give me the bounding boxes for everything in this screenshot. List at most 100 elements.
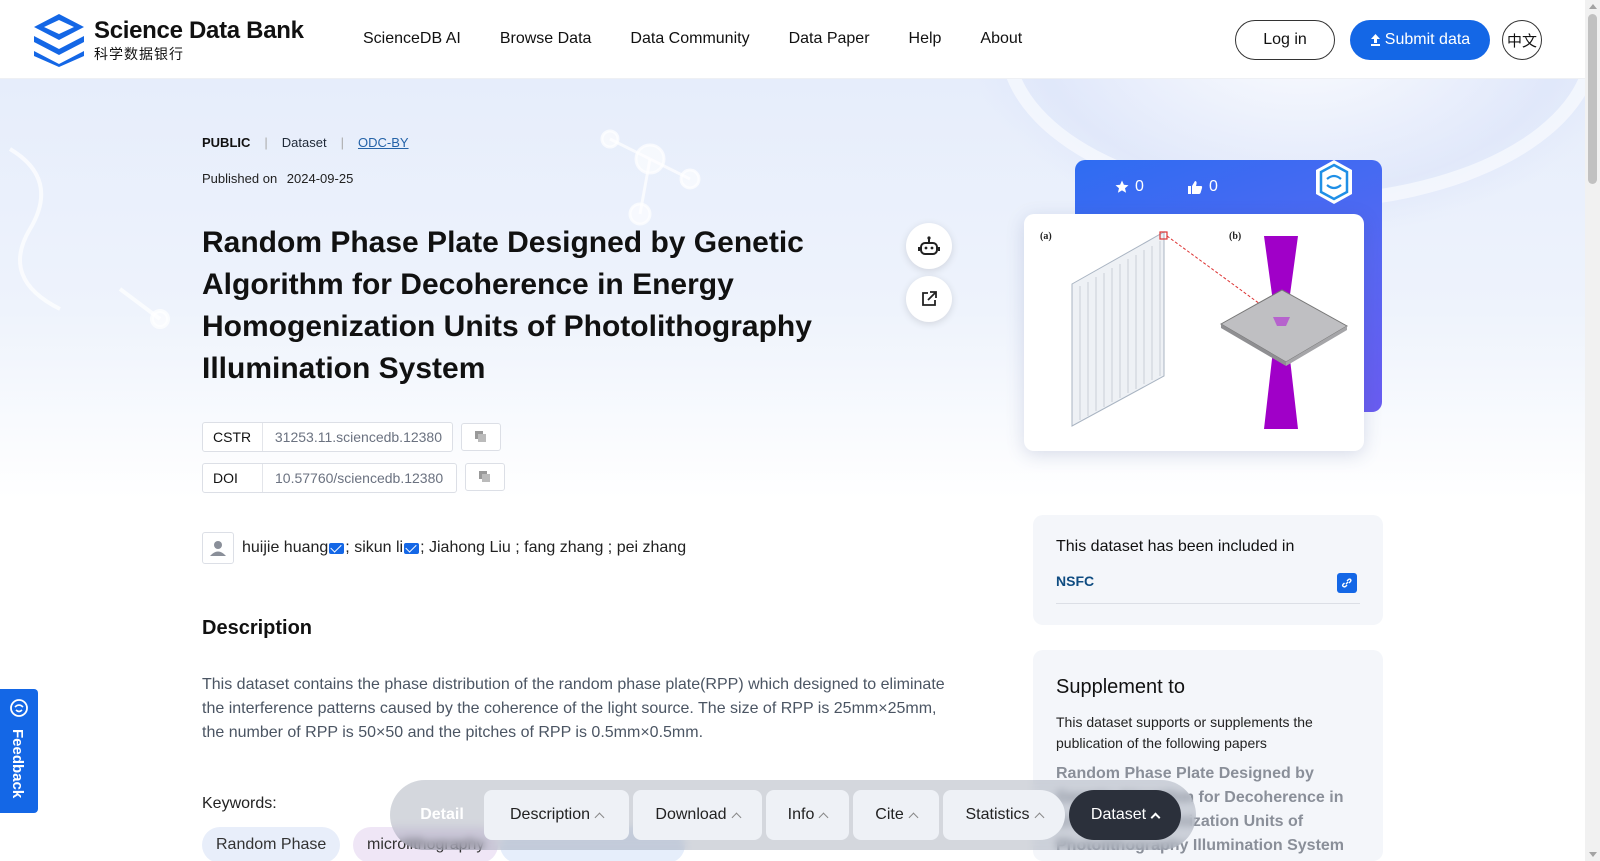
chevron-up-icon xyxy=(731,812,742,822)
dna-decoration-icon xyxy=(8,147,170,329)
meta-separator: | xyxy=(264,135,268,150)
star-count[interactable]: 0 xyxy=(1115,178,1144,196)
section-tab-label: Dataset xyxy=(1090,806,1147,823)
author-separator: ; xyxy=(345,539,355,556)
resource-type: Dataset xyxy=(281,135,327,150)
page-scrollbar[interactable] xyxy=(1585,0,1600,861)
copy-doi-button[interactable] xyxy=(465,463,505,491)
author-list: huijie huang; sikun li; Jiahong Liu ; fa… xyxy=(202,532,686,564)
cstr-value[interactable]: 31253.11.sciencedb.12380 xyxy=(263,429,452,445)
dataset-title: Random Phase Plate Designed by Genetic A… xyxy=(202,226,812,385)
section-tab-info[interactable]: Info xyxy=(766,790,849,840)
detail-label: Detail xyxy=(420,806,464,823)
share-button[interactable] xyxy=(906,276,952,322)
scroll-thumb[interactable] xyxy=(1588,14,1597,184)
section-tab-description[interactable]: Description xyxy=(484,790,629,840)
section-tab-statistics[interactable]: Statistics xyxy=(943,790,1065,840)
supplement-heading: Supplement to xyxy=(1056,676,1185,698)
logo-icon xyxy=(34,14,84,67)
author-name[interactable]: pei zhang xyxy=(617,539,686,557)
copy-icon xyxy=(479,471,490,482)
avatar xyxy=(202,532,234,564)
section-tab-download[interactable]: Download xyxy=(633,790,762,840)
dataset-preview-image[interactable]: (a) (b) xyxy=(1024,214,1364,451)
thumbs-up-icon xyxy=(1188,180,1203,194)
chevron-up-icon xyxy=(1150,812,1161,822)
section-nav-bar: Detail Description Download Info Cite St… xyxy=(390,780,1196,850)
published-date: Published on 2024-09-25 xyxy=(202,171,353,186)
doi-value[interactable]: 10.57760/sciencedb.12380 xyxy=(263,470,453,486)
nav-browse-data[interactable]: Browse Data xyxy=(500,30,592,48)
site-logo[interactable]: Science Data Bank 科学数据银行 xyxy=(30,12,304,68)
collection-link[interactable]: NSFC xyxy=(1056,573,1094,589)
section-tab-label: Statistics xyxy=(965,806,1030,823)
like-count-value: 0 xyxy=(1209,178,1218,195)
copy-cstr-button[interactable] xyxy=(461,423,501,451)
preview-figure: (a) (b) xyxy=(1040,231,1349,429)
certified-badge-icon xyxy=(1316,160,1352,204)
link-icon[interactable] xyxy=(1337,573,1357,593)
molecule-decoration-icon xyxy=(600,129,701,226)
section-tab-dataset[interactable]: Dataset xyxy=(1069,790,1181,840)
like-count[interactable]: 0 xyxy=(1188,178,1218,196)
dataset-meta: PUBLIC | Dataset | ODC-BY xyxy=(202,135,409,150)
figure-label-b: (b) xyxy=(1229,231,1241,242)
mail-icon[interactable] xyxy=(404,542,420,554)
feedback-icon xyxy=(10,699,28,717)
published-label: Published on xyxy=(202,171,278,186)
published-value: 2024-09-25 xyxy=(286,171,354,186)
keyword-tag[interactable]: Random Phase xyxy=(202,827,341,861)
description-heading: Description xyxy=(202,617,313,639)
cstr-box: CSTR 31253.11.sciencedb.12380 xyxy=(202,422,453,452)
ai-assistant-button[interactable] xyxy=(906,223,952,269)
nav-about[interactable]: About xyxy=(980,30,1022,48)
section-tab-cite[interactable]: Cite xyxy=(853,790,939,840)
section-tab-label: Description xyxy=(509,806,591,823)
license-link[interactable]: ODC-BY xyxy=(358,135,409,150)
submit-data-button[interactable]: Submit data xyxy=(1350,20,1490,60)
scroll-up-arrow[interactable] xyxy=(1589,4,1597,9)
nav-data-paper[interactable]: Data Paper xyxy=(789,30,870,48)
feedback-tab[interactable]: Feedback xyxy=(0,689,38,813)
author-name[interactable]: Jiahong Liu xyxy=(429,539,511,557)
author-name[interactable]: sikun li xyxy=(354,539,403,557)
chevron-up-icon xyxy=(908,812,919,822)
description-text: This dataset contains the phase distribu… xyxy=(202,676,945,741)
chevron-up-icon xyxy=(1034,812,1044,822)
upload-icon xyxy=(1370,34,1381,46)
feedback-label: Feedback xyxy=(9,729,26,799)
doi-box: DOI 10.57760/sciencedb.12380 xyxy=(202,463,457,493)
meta-separator: | xyxy=(340,135,344,150)
star-icon xyxy=(1115,180,1129,193)
scroll-down-arrow[interactable] xyxy=(1589,852,1597,857)
keywords-label: Keywords: xyxy=(202,795,277,812)
nav-sciencedb-ai[interactable]: ScienceDB AI xyxy=(363,30,461,48)
nav-help[interactable]: Help xyxy=(909,30,942,48)
external-link-icon xyxy=(922,291,937,306)
chevron-up-icon xyxy=(818,812,829,822)
author-separator: ; xyxy=(420,539,429,556)
author-name[interactable]: huijie huang xyxy=(242,539,328,557)
doi-label: DOI xyxy=(203,464,263,492)
author-name[interactable]: fang zhang xyxy=(524,539,603,557)
section-tab-label: Info xyxy=(787,806,815,823)
user-icon xyxy=(210,541,226,556)
cstr-label: CSTR xyxy=(203,423,263,451)
nav-data-community[interactable]: Data Community xyxy=(630,30,749,48)
logo-name: Science Data Bank xyxy=(94,17,304,44)
section-tab-label: Download xyxy=(655,806,727,823)
chevron-up-icon xyxy=(594,812,605,822)
login-button[interactable]: Log in xyxy=(1235,20,1335,60)
divider xyxy=(1056,603,1360,604)
mail-icon[interactable] xyxy=(329,542,345,554)
star-count-value: 0 xyxy=(1135,178,1144,195)
included-title: This dataset has been included in xyxy=(1056,538,1295,555)
section-tab-label: Cite xyxy=(875,806,904,823)
robot-icon xyxy=(918,236,940,255)
language-toggle[interactable]: 中文 xyxy=(1502,20,1542,60)
author-separator: ; xyxy=(603,539,617,556)
top-header: Science Data Bank 科学数据银行 ScienceDB AI Br… xyxy=(0,0,1585,79)
included-in-panel: This dataset has been included in NSFC xyxy=(1033,515,1383,625)
access-badge: PUBLIC xyxy=(202,135,251,150)
copy-icon xyxy=(475,431,486,442)
